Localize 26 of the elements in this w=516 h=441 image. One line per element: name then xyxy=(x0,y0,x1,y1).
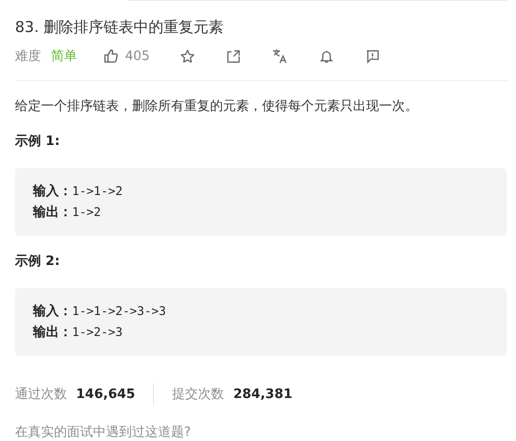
difficulty-label: 难度 xyxy=(15,48,41,65)
stat-label: 通过次数 xyxy=(15,386,67,403)
example-heading: 示例 1: xyxy=(15,133,61,151)
problem-title: 83. 删除排序链表中的重复元素 xyxy=(15,17,225,37)
bell-icon[interactable] xyxy=(318,48,334,64)
share-icon[interactable] xyxy=(226,48,241,64)
stat-value: 284,381 xyxy=(233,386,292,402)
stat-value: 146,645 xyxy=(76,386,136,402)
difficulty-level: 简单 xyxy=(51,48,77,65)
example-label: 输入： xyxy=(33,184,72,199)
example-heading: 示例 2: xyxy=(15,253,61,271)
problem-description: 给定一个排序链表，删除所有重复的元素，使得每个元素只出现一次。 xyxy=(15,98,419,116)
example-value: 1->2->3 xyxy=(72,325,123,339)
like-button[interactable]: 405 xyxy=(103,48,150,64)
thumbs-up-icon xyxy=(103,48,119,64)
translate-icon[interactable] xyxy=(272,48,288,64)
feedback-icon[interactable] xyxy=(364,48,380,64)
example-label: 输出： xyxy=(33,325,72,340)
star-icon[interactable] xyxy=(180,48,195,64)
interview-question-link[interactable]: 在真实的面试中遇到过这道题? xyxy=(15,423,507,441)
example-value: 1->2 xyxy=(72,205,101,219)
stat-label: 提交次数 xyxy=(172,386,224,403)
example-value: 1->1->2->3->3 xyxy=(72,304,166,318)
example-label: 输入： xyxy=(33,304,72,319)
example-value: 1->1->2 xyxy=(72,184,123,198)
example-label: 输出： xyxy=(33,205,72,220)
